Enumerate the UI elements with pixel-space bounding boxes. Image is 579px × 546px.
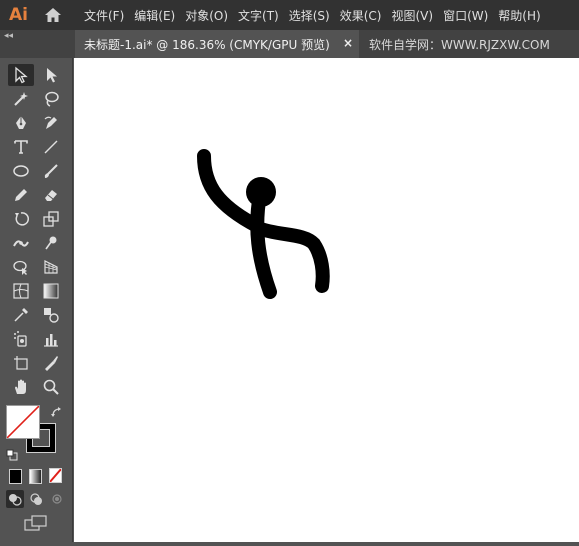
menu-edit[interactable]: 编辑(E) bbox=[134, 7, 175, 24]
color-mode-button[interactable] bbox=[9, 469, 22, 484]
head-circle bbox=[246, 177, 276, 207]
type-tool-icon[interactable] bbox=[8, 136, 34, 158]
body-stroke bbox=[250, 187, 277, 299]
gradient-mode-button[interactable] bbox=[29, 469, 42, 484]
eraser-tool-icon[interactable] bbox=[38, 184, 64, 206]
menu-help[interactable]: 帮助(H) bbox=[498, 7, 540, 24]
document-tab-bar: ◂◂ 未标题-1.ai* @ 186.36% (CMYK/GPU 预览) × 软… bbox=[0, 30, 579, 58]
menu-object[interactable]: 对象(O) bbox=[185, 7, 228, 24]
ellipse-tool-icon[interactable] bbox=[8, 160, 34, 182]
mesh-tool-icon[interactable] bbox=[8, 280, 34, 302]
rotate-tool-icon[interactable] bbox=[8, 208, 34, 230]
stick-figure-drawing bbox=[197, 149, 330, 299]
line-segment-tool-icon[interactable] bbox=[38, 136, 64, 158]
close-tab-icon[interactable]: × bbox=[343, 36, 353, 50]
scale-tool-icon[interactable] bbox=[38, 208, 64, 230]
menu-bar: Ai 文件(F) 编辑(E) 对象(O) 文字(T) 选择(S) 效果(C) 视… bbox=[0, 0, 579, 30]
pencil-tool-icon[interactable] bbox=[8, 184, 34, 206]
document-tab-active[interactable]: 未标题-1.ai* @ 186.36% (CMYK/GPU 预览) × bbox=[75, 30, 359, 58]
blend-tool-icon[interactable] bbox=[38, 304, 64, 326]
draw-inside-icon[interactable] bbox=[48, 490, 66, 508]
menu-select[interactable]: 选择(S) bbox=[289, 7, 330, 24]
collapse-panel-icon[interactable]: ◂◂ bbox=[4, 31, 13, 41]
pen-tool-icon[interactable] bbox=[8, 112, 34, 134]
swap-fill-stroke-icon[interactable] bbox=[50, 404, 63, 423]
document-tab-second[interactable]: 软件自学网：WWW.RJZXW.COM bbox=[369, 30, 550, 58]
artboard-canvas[interactable] bbox=[74, 58, 579, 542]
slice-tool-icon[interactable] bbox=[38, 352, 64, 374]
menu-file[interactable]: 文件(F) bbox=[84, 7, 124, 24]
perspective-grid-tool-icon[interactable] bbox=[38, 256, 64, 278]
menu-view[interactable]: 视图(V) bbox=[391, 7, 433, 24]
menu-effect[interactable]: 效果(C) bbox=[340, 7, 382, 24]
width-tool-icon[interactable] bbox=[8, 232, 34, 254]
default-fill-stroke-icon[interactable] bbox=[6, 446, 18, 465]
document-tab-title: 未标题-1.ai* @ 186.36% (CMYK/GPU 预览) bbox=[84, 37, 330, 52]
curvature-tool-icon[interactable] bbox=[38, 112, 64, 134]
screen-mode-icon[interactable] bbox=[23, 514, 49, 536]
selection-tool-icon[interactable] bbox=[8, 64, 34, 86]
app-logo: Ai bbox=[9, 5, 28, 25]
menu-window[interactable]: 窗口(W) bbox=[443, 7, 488, 24]
artboard-tool-icon[interactable] bbox=[8, 352, 34, 374]
zoom-tool-icon[interactable] bbox=[38, 376, 64, 398]
lasso-tool-icon[interactable] bbox=[38, 88, 64, 110]
eyedropper-tool-icon[interactable] bbox=[8, 304, 34, 326]
menu-type[interactable]: 文字(T) bbox=[238, 7, 279, 24]
shape-builder-tool-icon[interactable] bbox=[8, 256, 34, 278]
magic-wand-tool-icon[interactable] bbox=[8, 88, 34, 110]
hand-tool-icon[interactable] bbox=[8, 376, 34, 398]
home-icon[interactable] bbox=[37, 0, 69, 30]
tools-panel bbox=[0, 58, 73, 542]
draw-behind-icon[interactable] bbox=[27, 490, 45, 508]
paintbrush-tool-icon[interactable] bbox=[38, 160, 64, 182]
direct-selection-tool-icon[interactable] bbox=[38, 64, 64, 86]
draw-normal-icon[interactable] bbox=[6, 490, 24, 508]
none-mode-button[interactable] bbox=[49, 468, 62, 483]
gradient-tool-icon[interactable] bbox=[38, 280, 64, 302]
puppet-warp-tool-icon[interactable] bbox=[38, 232, 64, 254]
fill-swatch-none[interactable] bbox=[6, 405, 40, 439]
column-graph-tool-icon[interactable] bbox=[38, 328, 64, 350]
symbol-sprayer-tool-icon[interactable] bbox=[8, 328, 34, 350]
